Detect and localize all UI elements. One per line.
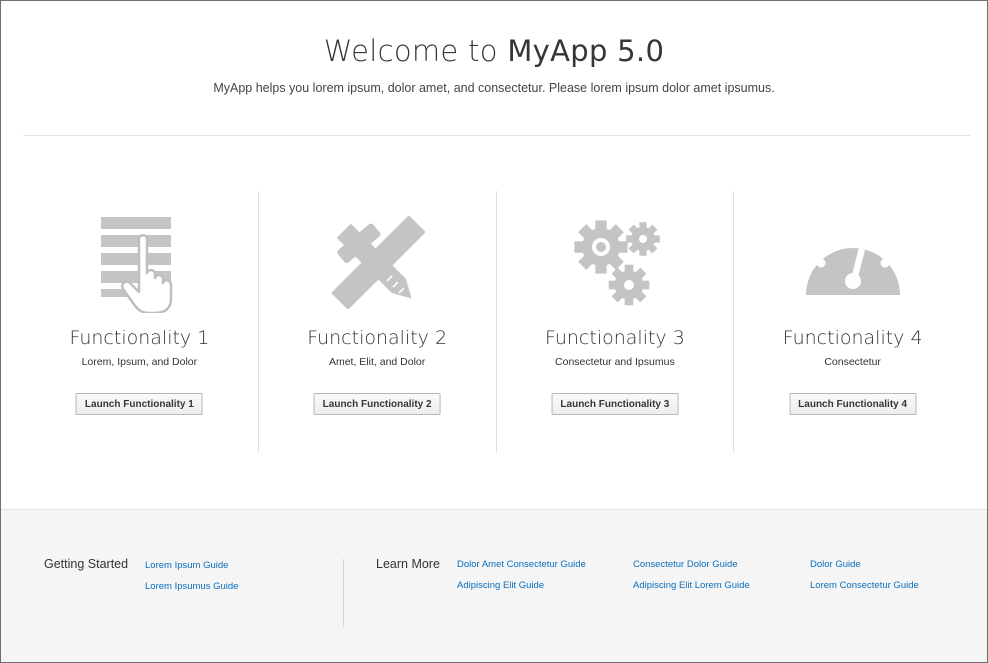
feature-description: Consectetur and Ipsumus <box>555 356 675 368</box>
guide-link[interactable]: Adipiscing Elit Lorem Guide <box>633 580 750 591</box>
feature-description: Amet, Elit, and Dolor <box>328 356 426 368</box>
list-touch-icon <box>89 209 189 315</box>
guide-link[interactable]: Lorem Ipsum Guide <box>145 560 228 571</box>
feature-title: Functionality 4 <box>782 327 923 349</box>
guide-link[interactable]: Lorem Consectetur Guide <box>810 580 919 591</box>
feature-grid: Functionality 1 Lorem, Ipsum, and Dolor … <box>21 191 971 453</box>
feature-card-2: Functionality 2 Amet, Elit, and Dolor La… <box>257 191 496 453</box>
guide-link[interactable]: Adipiscing Elit Guide <box>457 580 544 591</box>
header-divider <box>23 135 970 136</box>
launch-functionality-3-button[interactable]: Launch Functionality 3 <box>551 393 679 415</box>
feature-card-1: Functionality 1 Lorem, Ipsum, and Dolor … <box>21 191 258 453</box>
page-subtitle: MyApp helps you lorem ipsum, dolor amet,… <box>213 81 775 95</box>
guide-link[interactable]: Dolor Guide <box>810 559 861 570</box>
title-prefix: Welcome to <box>323 34 508 68</box>
guide-link[interactable]: Consectetur Dolor Guide <box>633 559 738 570</box>
feature-title: Functionality 2 <box>307 327 448 349</box>
app-window: Welcome to MyApp 5.0 MyApp helps you lor… <box>0 0 988 663</box>
feature-title: Functionality 1 <box>69 327 210 349</box>
feature-description: Consectetur <box>824 356 881 368</box>
feature-title: Functionality 3 <box>544 327 685 349</box>
launch-functionality-2-button[interactable]: Launch Functionality 2 <box>313 393 441 415</box>
launch-functionality-4-button[interactable]: Launch Functionality 4 <box>789 393 917 415</box>
gauge-icon <box>803 209 903 313</box>
getting-started-heading: Getting Started <box>44 557 129 571</box>
tools-icon <box>327 209 427 313</box>
welcome-header: Welcome to MyApp 5.0 MyApp helps you lor… <box>1 1 987 136</box>
launch-functionality-1-button[interactable]: Launch Functionality 1 <box>75 393 203 415</box>
gears-icon <box>565 209 665 313</box>
guide-link[interactable]: Dolor Amet Consectetur Guide <box>457 559 586 570</box>
feature-description: Lorem, Ipsum, and Dolor <box>81 356 198 368</box>
learn-more-heading: Learn More <box>376 557 440 571</box>
title-brand: MyApp 5.0 <box>507 34 665 68</box>
feature-card-3: Functionality 3 Consectetur and Ipsumus … <box>495 191 734 453</box>
page-title: Welcome to MyApp 5.0 <box>1 34 987 68</box>
guide-link[interactable]: Lorem Ipsumus Guide <box>145 581 238 592</box>
feature-card-4: Functionality 4 Consectetur Launch Funct… <box>733 191 971 453</box>
footer-resources: Getting Started Lorem Ipsum Guide Lorem … <box>1 509 987 662</box>
footer-divider <box>343 559 344 627</box>
